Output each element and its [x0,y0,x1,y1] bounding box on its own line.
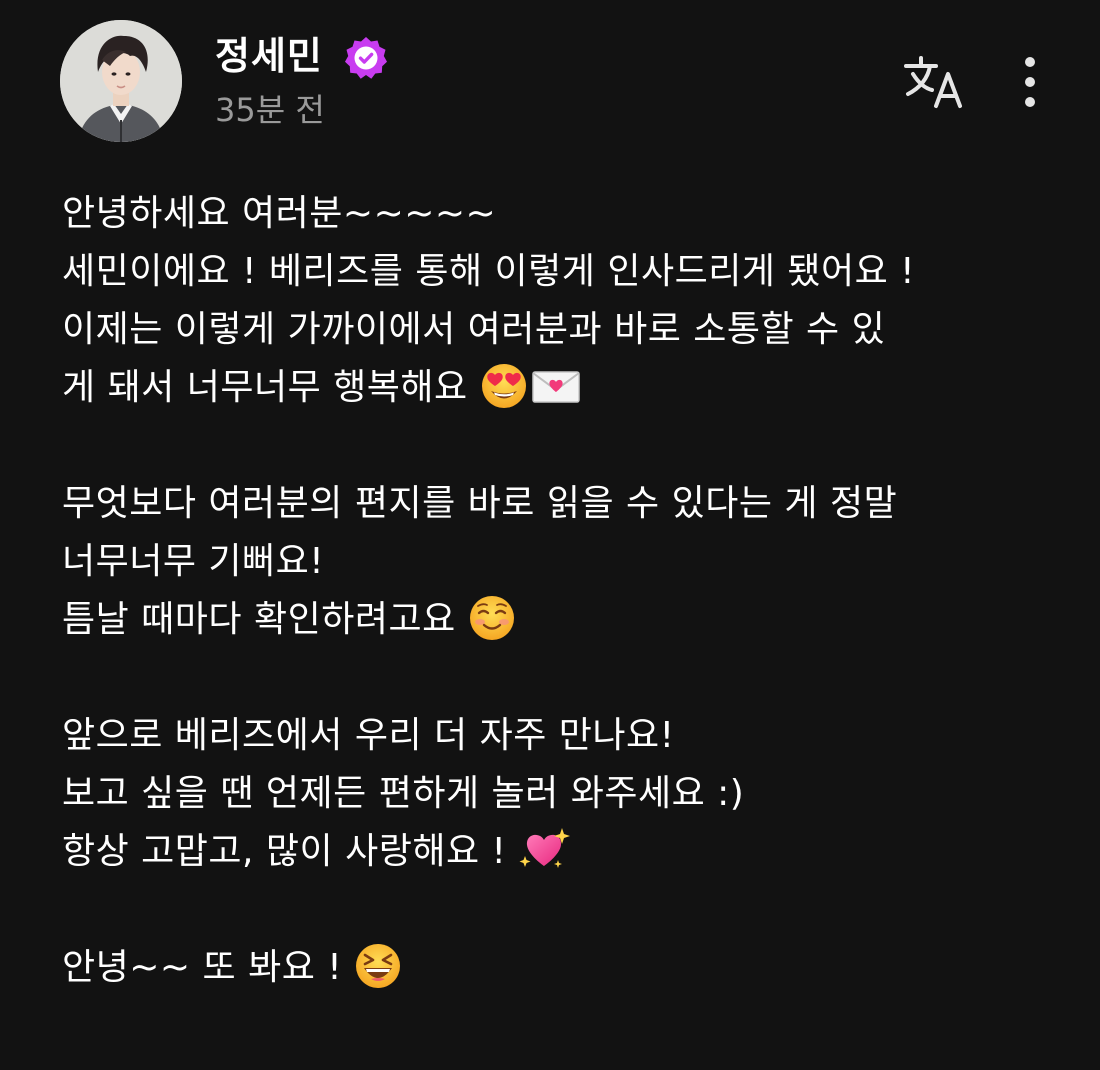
post-text: 항상 고맙고, 많이 사랑해요 ! [62,831,519,872]
author-name[interactable]: 정세민 [215,32,323,80]
grinning-squint-emoji [354,942,402,990]
post-text-line: 보고 싶을 땐 언제든 편하게 놀러 와주세요 :) [62,773,745,814]
translate-button[interactable] [902,52,966,110]
post-text-line: 세민이에요 ! 베리즈를 통해 이렇게 인사드리게 됐어요 ! [62,251,916,292]
more-vertical-icon [1025,57,1035,107]
love-letter-emoji [530,362,582,410]
sparkling-heart-emoji [518,826,571,874]
post-text-line: 너무너무 기뻐요! [62,541,325,582]
smiling-blush-emoji [468,594,516,642]
post-body: 안녕하세요 여러분~~~~~ 세민이에요 ! 베리즈를 통해 이렇게 인사드리게… [62,185,1062,997]
post-header: 정세민 35분 전 [60,20,1060,145]
post-text-line: 무엇보다 여러분의 편지를 바로 읽을 수 있다는 게 정말 [62,483,898,524]
avatar[interactable] [60,20,182,142]
verified-badge-icon [342,34,390,82]
post-text: 틈날 때마다 확인하려고요 [62,599,468,640]
post-text: 게 돼서 너무너무 행복해요 [62,367,480,408]
post-text: 안녕~~ 또 봐요 ! [62,947,355,988]
post-text-line-with-emoji: 틈날 때마다 확인하려고요 [62,591,1062,649]
post-text-line-with-emoji: 항상 고맙고, 많이 사랑해요 ! [62,823,1062,881]
translate-icon [904,56,962,108]
post-text-line: 앞으로 베리즈에서 우리 더 자주 만나요! [62,715,675,756]
post-text-line: 이제는 이렇게 가까이에서 여러분과 바로 소통할 수 있 [62,309,886,350]
post-text-line-with-emoji: 안녕~~ 또 봐요 ! [62,939,1062,997]
more-options-button[interactable] [1012,54,1048,110]
post-text-line: 안녕하세요 여러분~~~~~ [62,193,497,234]
avatar-image [60,20,182,142]
heart-eyes-emoji [480,362,528,410]
post-time: 35분 전 [215,91,325,129]
post-text-line-with-emoji: 게 돼서 너무너무 행복해요 [62,359,1062,417]
